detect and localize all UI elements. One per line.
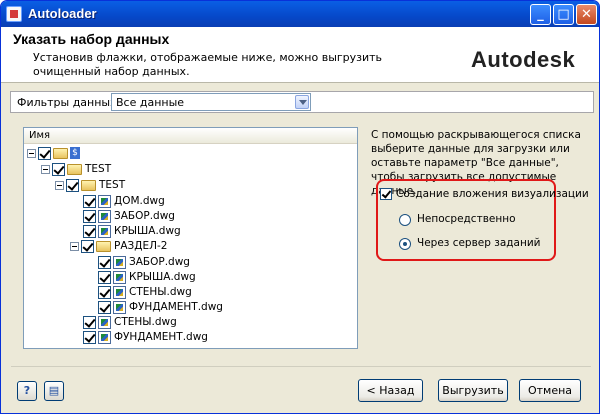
tree-item-label: TEST <box>99 179 126 191</box>
checkbox[interactable] <box>98 286 111 299</box>
tree-item-label: ЗАБОР.dwg <box>114 210 175 222</box>
dwg-file-icon <box>113 256 126 269</box>
tree-item-label: TEST <box>85 163 112 175</box>
tree-item-label: КРЫША.dwg <box>114 225 181 237</box>
create-visualization-label[interactable]: Создание вложения визуализации <box>396 188 589 200</box>
collapse-icon[interactable] <box>70 242 79 251</box>
checkbox[interactable] <box>83 195 96 208</box>
page-description: Установив флажки, отображаемые ниже, мож… <box>33 51 383 78</box>
close-icon: ✕ <box>581 7 592 22</box>
checkbox[interactable] <box>83 210 96 223</box>
collapse-icon[interactable] <box>55 181 64 190</box>
tree-item-label: СТЕНЫ.dwg <box>129 286 192 298</box>
folder-icon <box>53 148 68 159</box>
checkbox[interactable] <box>66 179 79 192</box>
page-title: Указать набор данных <box>13 31 170 47</box>
back-button-label: < Назад <box>366 384 415 397</box>
checkbox[interactable] <box>98 271 111 284</box>
filter-label: Фильтры данных: <box>17 96 121 109</box>
tree-item-label: СТЕНЫ.dwg <box>114 316 177 328</box>
dwg-file-icon <box>113 286 126 299</box>
autoloader-window: Autoloader _ □ ✕ Указать набор данных Ус… <box>0 0 600 414</box>
back-button[interactable]: < Назад <box>358 379 423 402</box>
dwg-file-icon <box>98 195 111 208</box>
tree-item-label: ДОМ.dwg <box>114 195 165 207</box>
tree-item-label: КРЫША.dwg <box>129 271 196 283</box>
title-bar[interactable]: Autoloader _ □ ✕ <box>1 1 599 27</box>
app-icon <box>6 6 22 22</box>
dwg-file-icon <box>98 316 111 329</box>
wizard-header: Указать набор данных Установив флажки, о… <box>1 27 599 83</box>
dataset-tree[interactable]: Имя $ TEST TEST ДОМ.dwg ЗАБОР.dwg КРЫША.… <box>23 127 358 349</box>
checkbox[interactable] <box>83 331 96 344</box>
checkbox[interactable] <box>83 225 96 238</box>
checkbox[interactable] <box>52 163 65 176</box>
radio-job-server-label[interactable]: Через сервер заданий <box>417 237 540 249</box>
tree-item-label: ФУНДАМЕНТ.dwg <box>129 301 223 313</box>
filter-bar: Фильтры данных: Все данные <box>10 91 594 113</box>
autodesk-logo: Autodesk <box>471 47 576 72</box>
filter-selected-value: Все данные <box>116 96 185 109</box>
folder-icon <box>81 180 96 191</box>
cancel-button-label: Отмена <box>527 384 573 397</box>
upload-button[interactable]: Выгрузить <box>438 379 508 402</box>
vault-root-icon: $ <box>70 147 80 159</box>
create-visualization-checkbox[interactable] <box>380 188 392 200</box>
dwg-file-icon <box>98 331 111 344</box>
cancel-button[interactable]: Отмена <box>519 379 581 402</box>
checkbox[interactable] <box>83 316 96 329</box>
tree-item-label: ЗАБОР.dwg <box>129 256 190 268</box>
maximize-icon: □ <box>557 7 570 22</box>
tree-item-label: ФУНДАМЕНТ.dwg <box>114 331 208 343</box>
checkbox[interactable] <box>81 240 94 253</box>
dwg-file-icon <box>113 301 126 314</box>
tree-column-header[interactable]: Имя <box>24 128 357 144</box>
dwg-file-icon <box>98 210 111 223</box>
help-button[interactable]: ? <box>17 381 37 401</box>
upload-button-label: Выгрузить <box>442 384 504 397</box>
folder-icon <box>67 164 82 175</box>
checkbox[interactable] <box>38 147 51 160</box>
minimize-icon: _ <box>537 7 544 22</box>
radio-job-server[interactable] <box>399 238 411 250</box>
tree-item-label: РАЗДЕЛ-2 <box>114 240 168 252</box>
collapse-icon[interactable] <box>27 149 36 158</box>
data-filter-select[interactable]: Все данные <box>111 93 311 111</box>
clipboard-icon: ▤ <box>48 384 60 397</box>
close-button[interactable]: ✕ <box>576 4 597 25</box>
help-icon: ? <box>23 384 31 397</box>
chevron-down-icon[interactable] <box>295 95 309 109</box>
dwg-file-icon <box>113 271 126 284</box>
dwg-file-icon <box>98 225 111 238</box>
folder-icon <box>96 241 111 252</box>
name-column-label: Имя <box>29 130 51 141</box>
footer-divider <box>11 366 591 367</box>
window-title: Autoloader <box>28 6 97 21</box>
radio-direct[interactable] <box>399 214 411 226</box>
radio-direct-label[interactable]: Непосредственно <box>417 213 516 225</box>
maximize-button[interactable]: □ <box>553 4 574 25</box>
clipboard-button[interactable]: ▤ <box>44 381 64 401</box>
checkbox[interactable] <box>98 301 111 314</box>
checkbox[interactable] <box>98 256 111 269</box>
minimize-button[interactable]: _ <box>530 4 551 25</box>
collapse-icon[interactable] <box>41 165 50 174</box>
